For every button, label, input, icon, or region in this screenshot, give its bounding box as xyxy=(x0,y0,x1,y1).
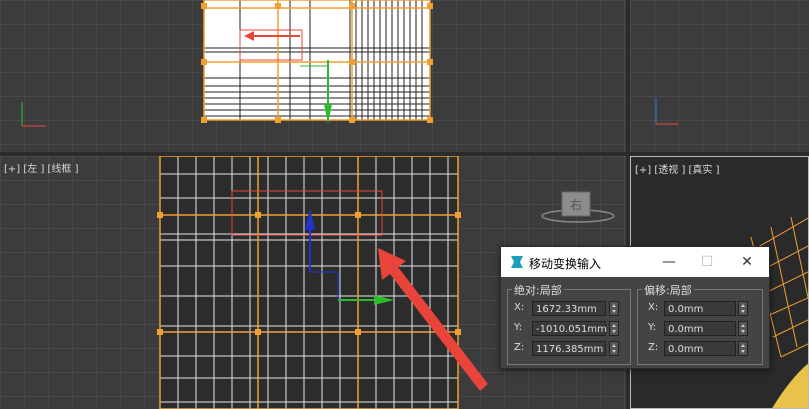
offset-y-spinner[interactable] xyxy=(738,321,748,336)
abs-z-label: Z: xyxy=(514,342,525,353)
abs-y-field[interactable]: -1010.051mm xyxy=(532,321,607,336)
offset-x-field[interactable]: 0.0mm xyxy=(664,301,736,316)
abs-x-field[interactable]: 1672.33mm xyxy=(532,301,606,316)
model-wireframe-left xyxy=(160,156,458,409)
viewport-top-right-canvas xyxy=(630,0,809,152)
offset-group-title: 偏移:局部 xyxy=(642,282,694,298)
maximize-button[interactable]: ☐ xyxy=(687,247,727,277)
offset-x-spinner[interactable] xyxy=(738,301,748,316)
abs-x-spinner[interactable] xyxy=(609,301,619,316)
app-logo-icon xyxy=(511,256,523,268)
viewcube-face-label: 右 xyxy=(569,198,582,212)
offset-y-label: Y: xyxy=(648,322,657,333)
viewcube[interactable]: 右 xyxy=(540,190,616,224)
move-transform-dialog: 移动变换输入 — ☐ ✕ 绝对:局部 X: 1672.33mm Y: -1010… xyxy=(500,246,770,369)
dialog-titlebar[interactable]: 移动变换输入 — ☐ ✕ xyxy=(501,247,769,277)
offset-z-label: Z: xyxy=(648,342,659,353)
offset-x-label: X: xyxy=(648,302,659,313)
close-button[interactable]: ✕ xyxy=(727,247,767,277)
offset-local-group: 偏移:局部 X: 0.0mm Y: 0.0mm Z: 0.0mm xyxy=(637,282,763,365)
absolute-group-title: 绝对:局部 xyxy=(512,282,564,298)
minimize-button[interactable]: — xyxy=(649,247,689,277)
viewport-perspective-label[interactable]: [+] [透视 ] [真实 ] xyxy=(635,161,720,176)
viewport-top[interactable] xyxy=(0,0,626,152)
abs-y-spinner[interactable] xyxy=(609,321,619,336)
viewport-top-right[interactable] xyxy=(630,0,809,152)
absolute-local-group: 绝对:局部 X: 1672.33mm Y: -1010.051mm Z: 117… xyxy=(507,282,631,365)
viewport-top-canvas xyxy=(0,0,626,152)
abs-x-label: X: xyxy=(514,302,525,313)
offset-z-spinner[interactable] xyxy=(738,341,748,356)
viewport-left-label[interactable]: [+] [左 ] [线框 ] xyxy=(4,160,79,175)
abs-z-field[interactable]: 1176.385mm xyxy=(532,341,606,356)
dialog-title: 移动变换输入 xyxy=(529,257,602,271)
viewport-divider-horizontal[interactable] xyxy=(0,152,809,156)
abs-z-spinner[interactable] xyxy=(609,341,619,356)
model-wireframe-top xyxy=(204,0,430,120)
abs-y-label: Y: xyxy=(514,322,523,333)
offset-z-field[interactable]: 0.0mm xyxy=(664,341,736,356)
offset-y-field[interactable]: 0.0mm xyxy=(664,321,736,336)
